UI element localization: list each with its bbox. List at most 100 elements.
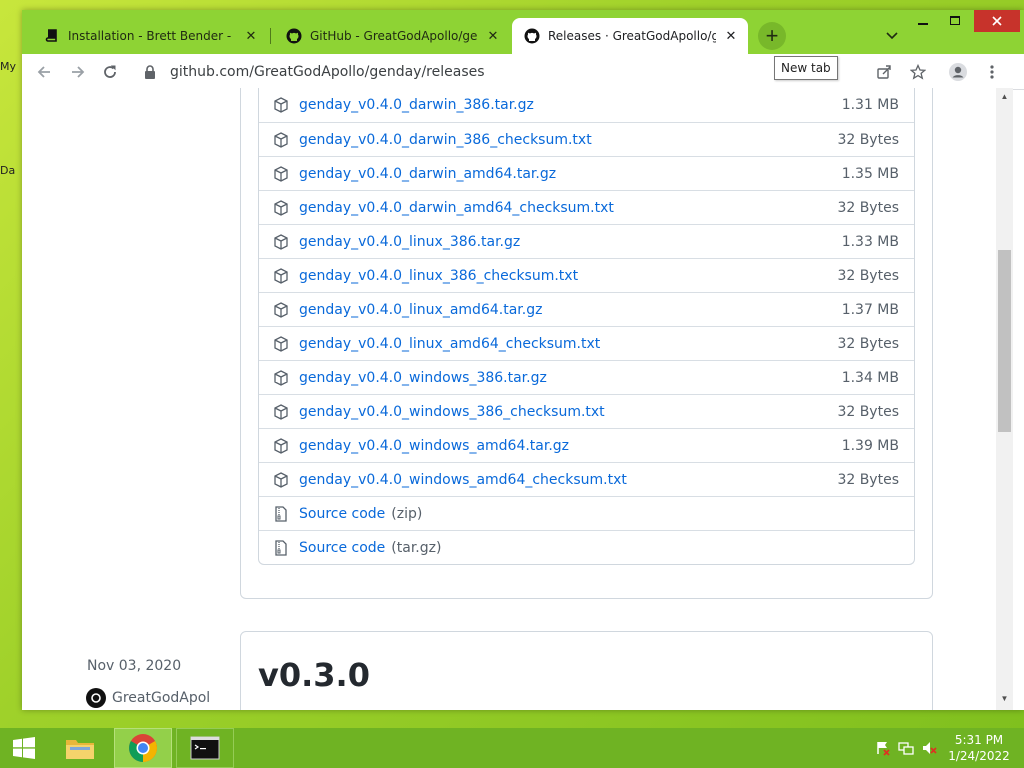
star-icon [910,64,926,80]
asset-link[interactable]: genday_v0.4.0_linux_amd64_checksum.txt [299,336,600,352]
source-code-row[interactable]: Source code (tar.gz) [259,530,914,564]
lock-icon[interactable] [144,65,160,79]
volume-muted-icon[interactable] [920,740,938,756]
reload-button[interactable] [96,58,124,86]
github-icon [286,28,302,44]
close-icon[interactable]: ✕ [724,29,738,44]
page-scrollbar[interactable]: ▲ ▼ [996,88,1013,710]
close-window-button[interactable] [974,10,1020,32]
maximize-button[interactable] [942,10,968,32]
tab-search-button[interactable] [880,24,904,48]
folder-icon [66,740,94,759]
asset-row[interactable]: genday_v0.4.0_darwin_386_checksum.txt 32… [259,122,914,156]
package-icon [273,471,289,488]
profile-button[interactable] [944,58,972,86]
package-icon [273,369,289,386]
asset-link[interactable]: genday_v0.4.0_linux_amd64.tar.gz [299,302,542,318]
menu-button[interactable] [978,58,1006,86]
asset-row[interactable]: genday_v0.4.0_darwin_amd64_checksum.txt … [259,190,914,224]
desktop-icon-label[interactable]: Da [0,164,15,177]
tab-separator [270,28,271,44]
asset-size: 32 Bytes [837,403,899,420]
asset-link[interactable]: genday_v0.4.0_darwin_amd64_checksum.txt [299,200,614,216]
asset-link[interactable]: genday_v0.4.0_windows_386.tar.gz [299,370,547,386]
scroll-up-arrow[interactable]: ▲ [1000,92,1009,101]
asset-row[interactable]: genday_v0.4.0_linux_386_checksum.txt 32 … [259,258,914,292]
clock-time: 5:31 PM [954,733,1004,747]
chevron-down-icon [886,32,898,40]
source-code-format: (tar.gz) [391,539,442,556]
package-icon [273,437,289,454]
asset-size: 1.35 MB [841,165,899,182]
arrow-right-icon [72,66,85,78]
release-author[interactable]: GreatGodApol [86,688,210,708]
asset-link[interactable]: genday_v0.4.0_darwin_386_checksum.txt [299,132,592,148]
new-tab-tooltip: New tab [774,56,838,80]
asset-row[interactable]: genday_v0.4.0_darwin_amd64.tar.gz 1.35 M… [259,156,914,190]
share-button[interactable] [870,58,898,86]
close-icon[interactable]: ✕ [244,29,258,44]
maximize-icon [950,16,960,25]
start-button[interactable] [0,728,48,768]
asset-row[interactable]: genday_v0.4.0_windows_amd64_checksum.txt… [259,462,914,496]
tab-title: Releases · GreatGodApollo/genday [548,29,716,43]
scroll-thumb[interactable] [998,250,1011,432]
chrome-taskbar-button[interactable] [114,728,172,768]
source-code-row[interactable]: Source code (zip) [259,496,914,530]
avatar[interactable] [86,688,106,708]
browser-toolbar: github.com/GreatGodApollo/genday/release… [22,54,1024,90]
close-icon[interactable]: ✕ [486,29,500,44]
tab-installation-docs[interactable]: Installation - Brett Bender - Docs ✕ [32,18,268,54]
back-button[interactable] [30,58,58,86]
source-code-link[interactable]: Source code [299,506,385,522]
release-date: Nov 03, 2020 [87,658,182,674]
minimize-icon [918,23,928,25]
asset-size: 32 Bytes [837,131,899,148]
desktop-icon-label[interactable]: My [0,60,16,73]
package-icon [273,267,289,284]
asset-row[interactable]: genday_v0.4.0_darwin_386.tar.gz 1.31 MB [259,88,914,122]
asset-link[interactable]: genday_v0.4.0_darwin_386.tar.gz [299,97,534,113]
scroll-down-arrow[interactable]: ▼ [1000,694,1009,703]
asset-row[interactable]: genday_v0.4.0_windows_386.tar.gz 1.34 MB [259,360,914,394]
action-center-icon[interactable] [874,740,892,756]
asset-link[interactable]: genday_v0.4.0_darwin_amd64.tar.gz [299,166,556,182]
tab-releases[interactable]: Releases · GreatGodApollo/genday ✕ [512,18,748,54]
file-zip-icon [273,505,289,522]
file-explorer-button[interactable] [56,728,104,768]
asset-row[interactable]: genday_v0.4.0_windows_386_checksum.txt 3… [259,394,914,428]
asset-row[interactable]: genday_v0.4.0_linux_amd64_checksum.txt 3… [259,326,914,360]
forward-button[interactable] [64,58,92,86]
chrome-icon [129,734,157,762]
asset-link[interactable]: genday_v0.4.0_linux_386_checksum.txt [299,268,578,284]
minimize-button[interactable] [910,10,936,32]
author-name[interactable]: GreatGodApol [112,690,210,706]
avatar-icon [949,63,967,81]
system-clock[interactable]: 5:31 PM 1/24/2022 [944,732,1014,764]
asset-row[interactable]: genday_v0.4.0_windows_amd64.tar.gz 1.39 … [259,428,914,462]
clock-date: 1/24/2022 [948,749,1010,763]
url-text[interactable]: github.com/GreatGodApollo/genday/release… [170,64,485,80]
file-zip-icon [273,539,289,556]
asset-link[interactable]: genday_v0.4.0_windows_amd64_checksum.txt [299,472,627,488]
tab-strip: Installation - Brett Bender - Docs ✕ Git… [22,10,1024,54]
tab-title: Installation - Brett Bender - Docs [68,29,236,43]
package-icon [273,233,289,250]
new-tab-button[interactable]: + [758,22,786,50]
assets-list: genday_v0.4.0_darwin_386.tar.gz 1.31 MB … [258,88,915,565]
tab-github-genday[interactable]: GitHub - GreatGodApollo/genday ✕ [274,18,510,54]
asset-link[interactable]: genday_v0.4.0_windows_386_checksum.txt [299,404,605,420]
network-icon[interactable] [897,740,915,756]
bookmark-button[interactable] [904,58,932,86]
reload-icon [104,65,116,78]
asset-link[interactable]: genday_v0.4.0_windows_amd64.tar.gz [299,438,569,454]
release-version[interactable]: v0.3.0 [258,656,370,694]
asset-link[interactable]: genday_v0.4.0_linux_386.tar.gz [299,234,520,250]
windows-logo-icon [13,737,35,759]
address-bar[interactable]: github.com/GreatGodApollo/genday/release… [132,58,998,86]
command-prompt-button[interactable] [176,728,234,768]
asset-row[interactable]: genday_v0.4.0_linux_amd64.tar.gz 1.37 MB [259,292,914,326]
release-card: v0.3.0 [240,631,933,710]
source-code-link[interactable]: Source code [299,540,385,556]
asset-row[interactable]: genday_v0.4.0_linux_386.tar.gz 1.33 MB [259,224,914,258]
